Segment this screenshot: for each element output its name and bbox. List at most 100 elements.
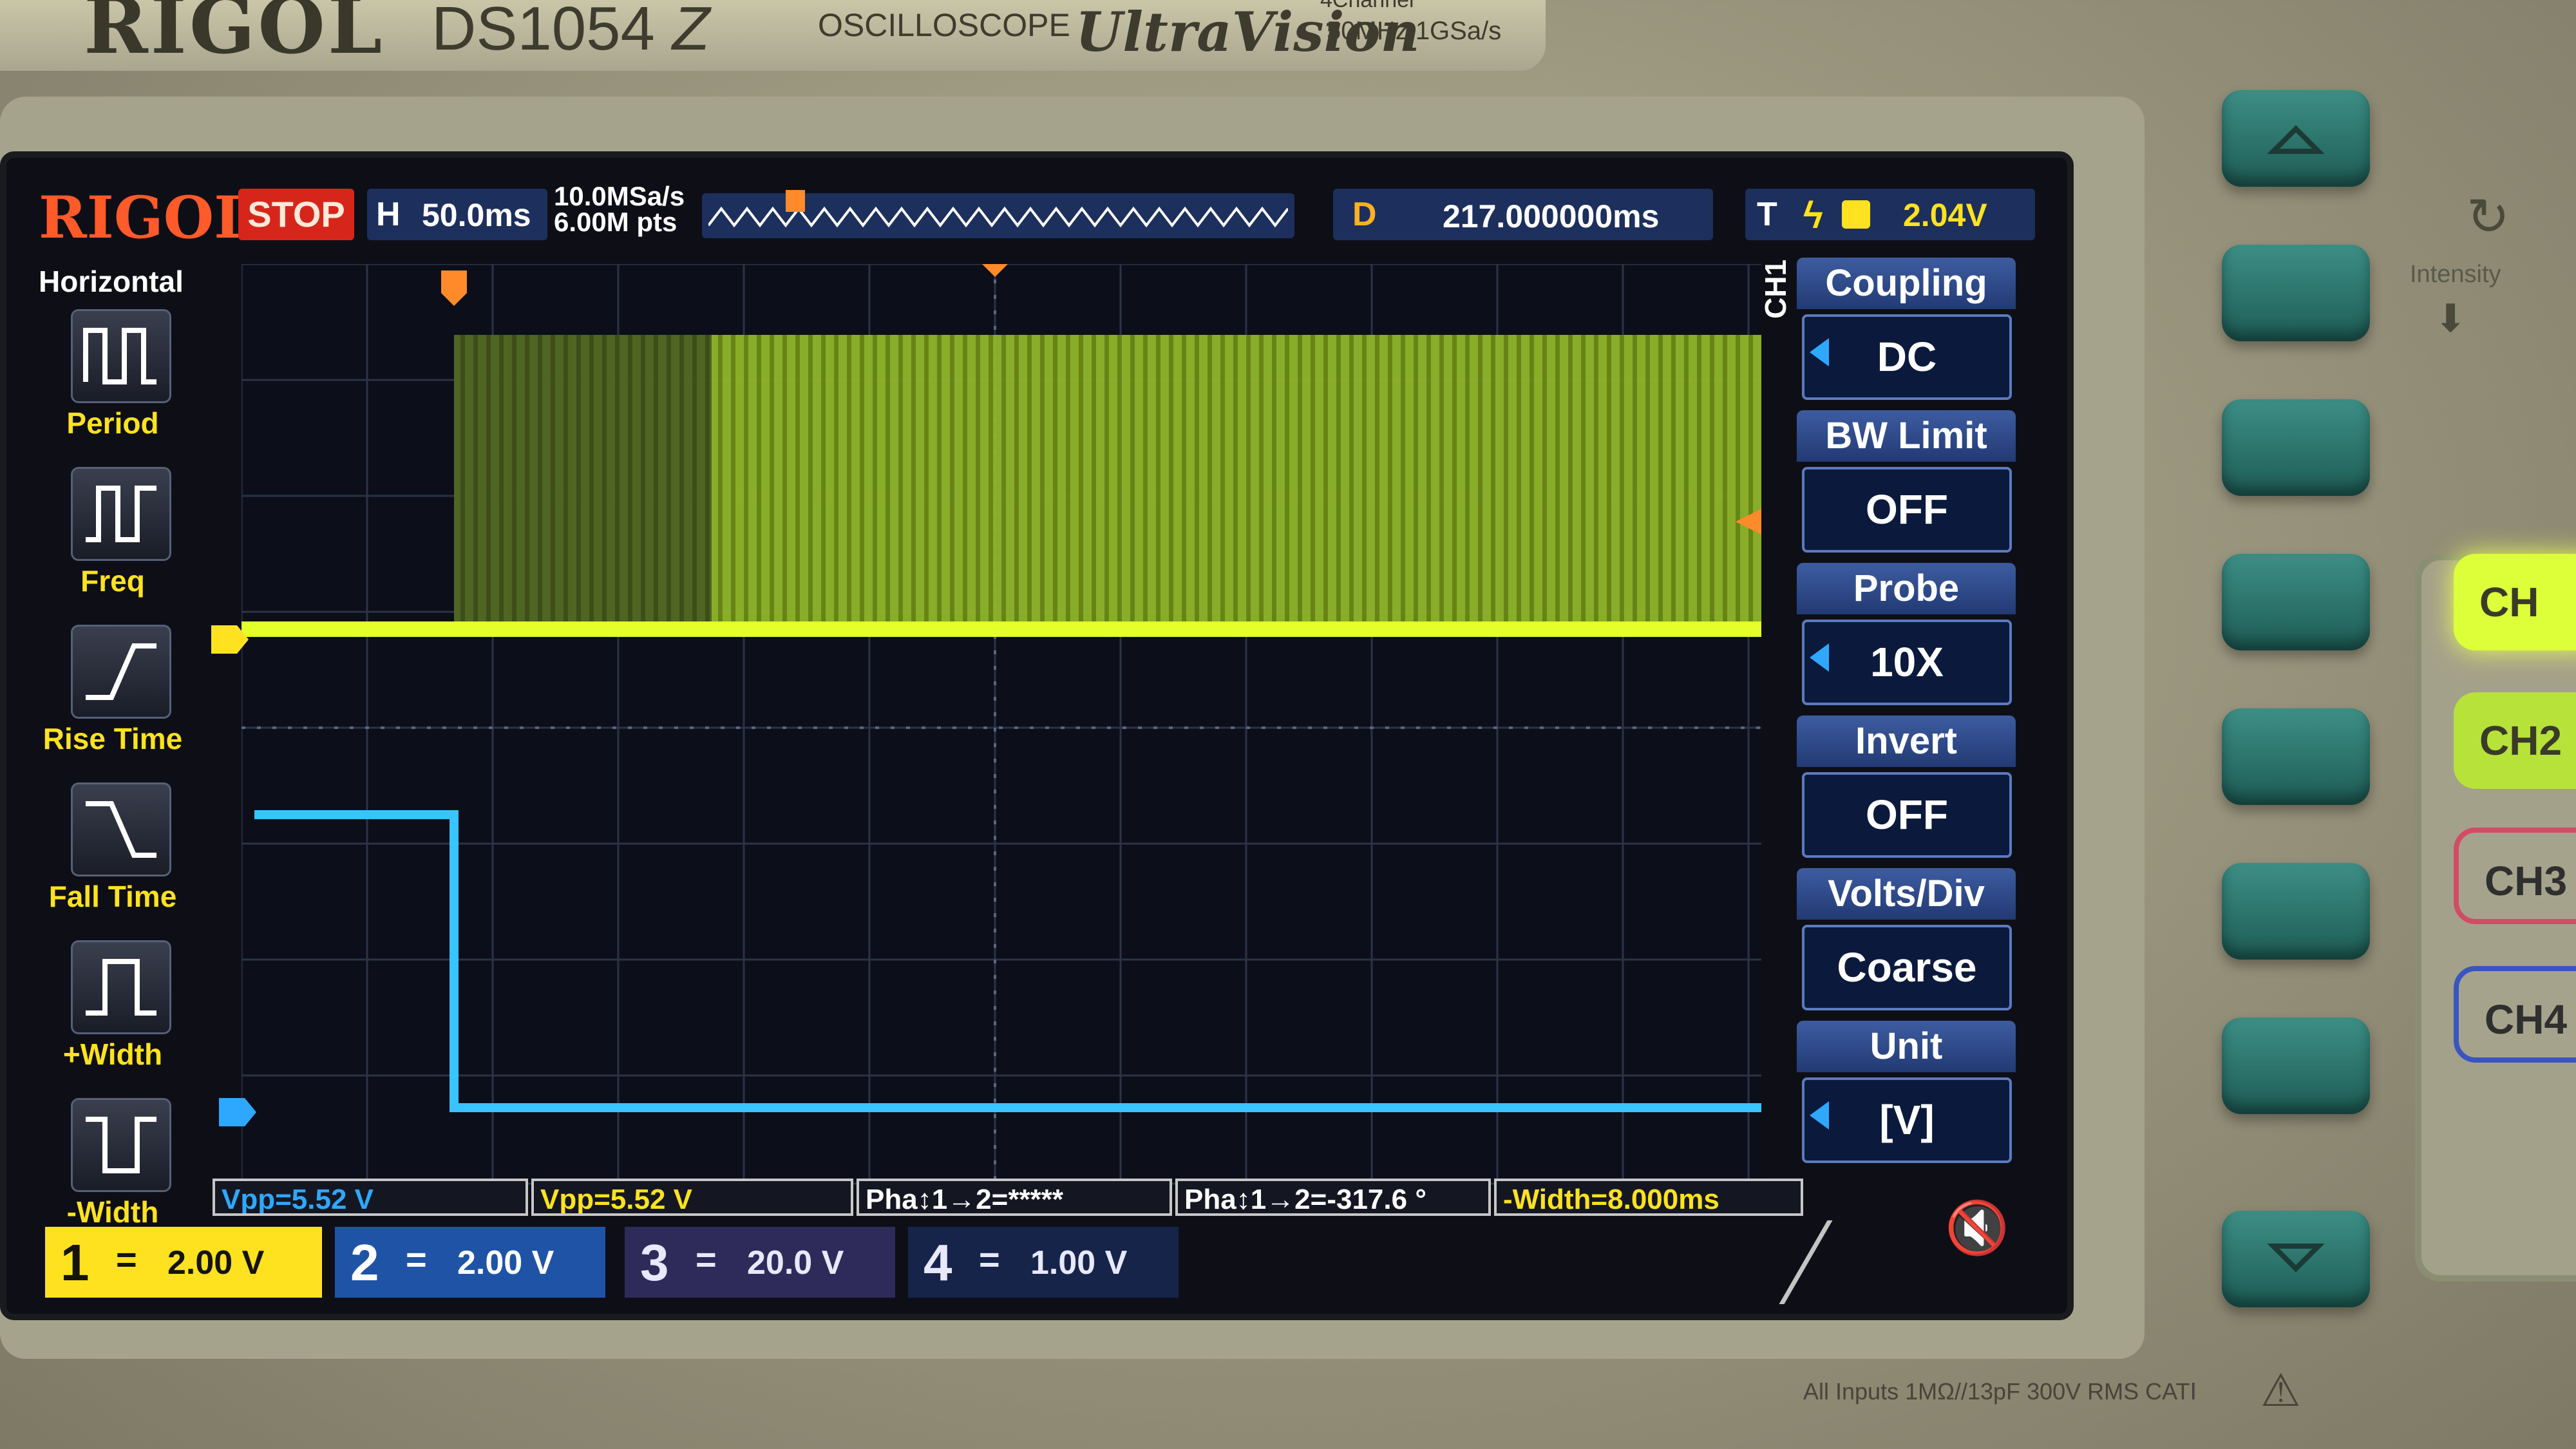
channel-number: 3 bbox=[640, 1234, 669, 1291]
measure-item-rise-time[interactable]: Rise Time bbox=[26, 625, 200, 773]
measure-item-pos-width[interactable]: +Width bbox=[26, 940, 200, 1088]
menu-value: 10X bbox=[1802, 620, 2012, 705]
delay-value: 217.000000ms bbox=[1443, 198, 1660, 234]
warning-icon: ⚠ bbox=[2260, 1365, 2301, 1416]
measurement-text: Vpp=5.52 V bbox=[222, 1184, 374, 1215]
left-arrow-icon bbox=[1810, 1101, 1829, 1130]
trigger-box[interactable]: T ϟ 2.04V bbox=[1745, 189, 2035, 240]
push-icon: ⬇ bbox=[2434, 297, 2467, 340]
neg-width-icon bbox=[71, 1098, 171, 1192]
measure-item-neg-width[interactable]: -Width bbox=[26, 1098, 200, 1246]
softkey-3[interactable] bbox=[2222, 554, 2370, 650]
channel-scale: 20.0 V bbox=[747, 1244, 844, 1282]
dc-coupling-icon: = bbox=[406, 1239, 427, 1280]
measure-menu: Horizontal Period Freq Rise Time Fall Ti… bbox=[26, 264, 200, 1314]
brand-logo: RIGOL bbox=[84, 0, 385, 71]
measurement-phase-rise[interactable]: Pha↕1→2=***** bbox=[857, 1179, 1172, 1216]
ch1-burst-ramp bbox=[454, 335, 712, 631]
input-rating-label: All Inputs 1MΩ//13pF 300V RMS CATⅠ bbox=[1803, 1378, 2197, 1405]
measure-item-label: Period bbox=[66, 406, 159, 440]
softkey-5[interactable] bbox=[2222, 863, 2370, 960]
trigger-level: 2.04V bbox=[1903, 197, 1987, 233]
measurement-ch2-vpp[interactable]: Vpp=5.52 V bbox=[213, 1179, 528, 1216]
timebase-box[interactable]: H 50.0ms bbox=[367, 189, 547, 240]
menu-bw-limit[interactable]: BW Limit OFF bbox=[1797, 410, 2019, 560]
ch1-offset-icon[interactable] bbox=[211, 625, 250, 654]
menu-label: BW Limit bbox=[1797, 410, 2016, 462]
measurement-neg-width[interactable]: -Width=8.000ms bbox=[1494, 1179, 1803, 1216]
measurement-ch1-vpp[interactable]: Vpp=5.52 V bbox=[531, 1179, 853, 1216]
menu-label: Coupling bbox=[1797, 258, 2016, 309]
dc-coupling-icon: = bbox=[696, 1239, 717, 1280]
menu-up-key[interactable] bbox=[2222, 90, 2370, 187]
menu-coupling[interactable]: Coupling DC bbox=[1797, 258, 2019, 407]
measure-item-period[interactable]: Period bbox=[26, 309, 200, 457]
trigger-key: T bbox=[1757, 196, 1777, 233]
speaker-mute-icon[interactable]: 🔇 bbox=[1945, 1198, 2009, 1262]
scope-screen: RIGOL STOP H 50.0ms 10.0MSa/s 6.00M pts … bbox=[0, 151, 2074, 1320]
softkey-6[interactable] bbox=[2222, 1018, 2370, 1114]
dc-coupling-icon: = bbox=[116, 1239, 137, 1280]
freq-icon bbox=[71, 467, 171, 561]
left-arrow-icon bbox=[1810, 643, 1829, 672]
menu-label: Invert bbox=[1797, 715, 2016, 767]
screen-logo: RIGOL bbox=[39, 184, 255, 252]
channel-2-status[interactable]: 2 = 2.00 V bbox=[335, 1227, 605, 1298]
delay-box[interactable]: D 217.000000ms bbox=[1333, 189, 1713, 240]
measurement-text: Vpp=5.52 V bbox=[540, 1184, 693, 1215]
channel-scale: 2.00 V bbox=[457, 1244, 554, 1282]
dc-coupling-icon: = bbox=[979, 1239, 1000, 1280]
ch1-key[interactable]: CH bbox=[2454, 554, 2576, 650]
intensity-knob-icon[interactable]: ↻ bbox=[2467, 187, 2510, 247]
measurement-text: Pha↕1→2=-317.6 ° bbox=[1184, 1184, 1426, 1215]
channel-1-status[interactable]: 1 = 2.00 V bbox=[45, 1227, 322, 1298]
menu-value: DC bbox=[1802, 314, 2012, 400]
softkey-4[interactable] bbox=[2222, 708, 2370, 805]
run-stop-badge[interactable]: STOP bbox=[238, 189, 354, 240]
channel-menu: Coupling DC BW Limit OFF Probe 10X Inver… bbox=[1797, 258, 2041, 1314]
menu-unit[interactable]: Unit [V] bbox=[1797, 1021, 2019, 1170]
measure-item-label: Fall Time bbox=[48, 880, 177, 913]
measurement-strip: Vpp=5.52 V Vpp=5.52 V Pha↕1→2=***** Pha↕… bbox=[213, 1179, 1803, 1221]
timebase-value: 50.0ms bbox=[422, 197, 531, 233]
channel-scale: 2.00 V bbox=[167, 1244, 265, 1282]
ch2-offset-icon[interactable] bbox=[219, 1098, 258, 1126]
softkey-2[interactable] bbox=[2222, 399, 2370, 496]
channel-3-status[interactable]: 3 = 20.0 V bbox=[625, 1227, 895, 1298]
channel-number: 4 bbox=[923, 1234, 952, 1291]
measure-item-freq[interactable]: Freq bbox=[26, 467, 200, 615]
ch3-key[interactable]: CH3 bbox=[2454, 828, 2576, 924]
menu-down-key[interactable] bbox=[2222, 1211, 2370, 1307]
menu-label: Volts/Div bbox=[1797, 868, 2016, 920]
ch2-key[interactable]: CH2 bbox=[2454, 692, 2576, 789]
menu-probe[interactable]: Probe 10X bbox=[1797, 563, 2019, 712]
measurement-phase-fall[interactable]: Pha↕1→2=-317.6 ° bbox=[1175, 1179, 1491, 1216]
measure-menu-title: Horizontal bbox=[39, 265, 184, 298]
channel-4-status[interactable]: 4 = 1.00 V bbox=[908, 1227, 1179, 1298]
menu-value: Coarse bbox=[1802, 925, 2012, 1010]
menu-value: [V] bbox=[1802, 1077, 2012, 1163]
waveform-graticule bbox=[242, 264, 1761, 1185]
intensity-label: Intensity bbox=[2410, 261, 2501, 288]
channel-number: 1 bbox=[61, 1234, 90, 1291]
bandwidth-spec: 50MHz 1GSa/s bbox=[1327, 17, 1502, 45]
softkey-1[interactable] bbox=[2222, 245, 2370, 341]
ch4-key[interactable]: CH4 bbox=[2454, 966, 2576, 1063]
left-arrow-icon bbox=[1810, 338, 1829, 366]
menu-volts-div[interactable]: Volts/Div Coarse bbox=[1797, 868, 2019, 1018]
channel-number: 2 bbox=[350, 1234, 379, 1291]
edge-trigger-icon: ϟ bbox=[1803, 194, 1823, 236]
menu-channel-tag: CH1 bbox=[1759, 259, 1792, 319]
menu-label: Unit bbox=[1797, 1021, 2016, 1072]
model-name: DS1054 Z bbox=[431, 0, 710, 63]
fall-time-icon bbox=[71, 782, 171, 876]
menu-invert[interactable]: Invert OFF bbox=[1797, 715, 2019, 865]
status-divider bbox=[1779, 1220, 2067, 1304]
horizontal-key: H bbox=[376, 196, 401, 233]
pos-width-icon bbox=[71, 940, 171, 1034]
sample-rate: 10.0MSa/s bbox=[554, 181, 685, 211]
measurement-text: -Width=8.000ms bbox=[1503, 1184, 1719, 1215]
measure-item-fall-time[interactable]: Fall Time bbox=[26, 782, 200, 931]
period-icon bbox=[71, 309, 171, 403]
ch1-baseline bbox=[242, 621, 1761, 637]
